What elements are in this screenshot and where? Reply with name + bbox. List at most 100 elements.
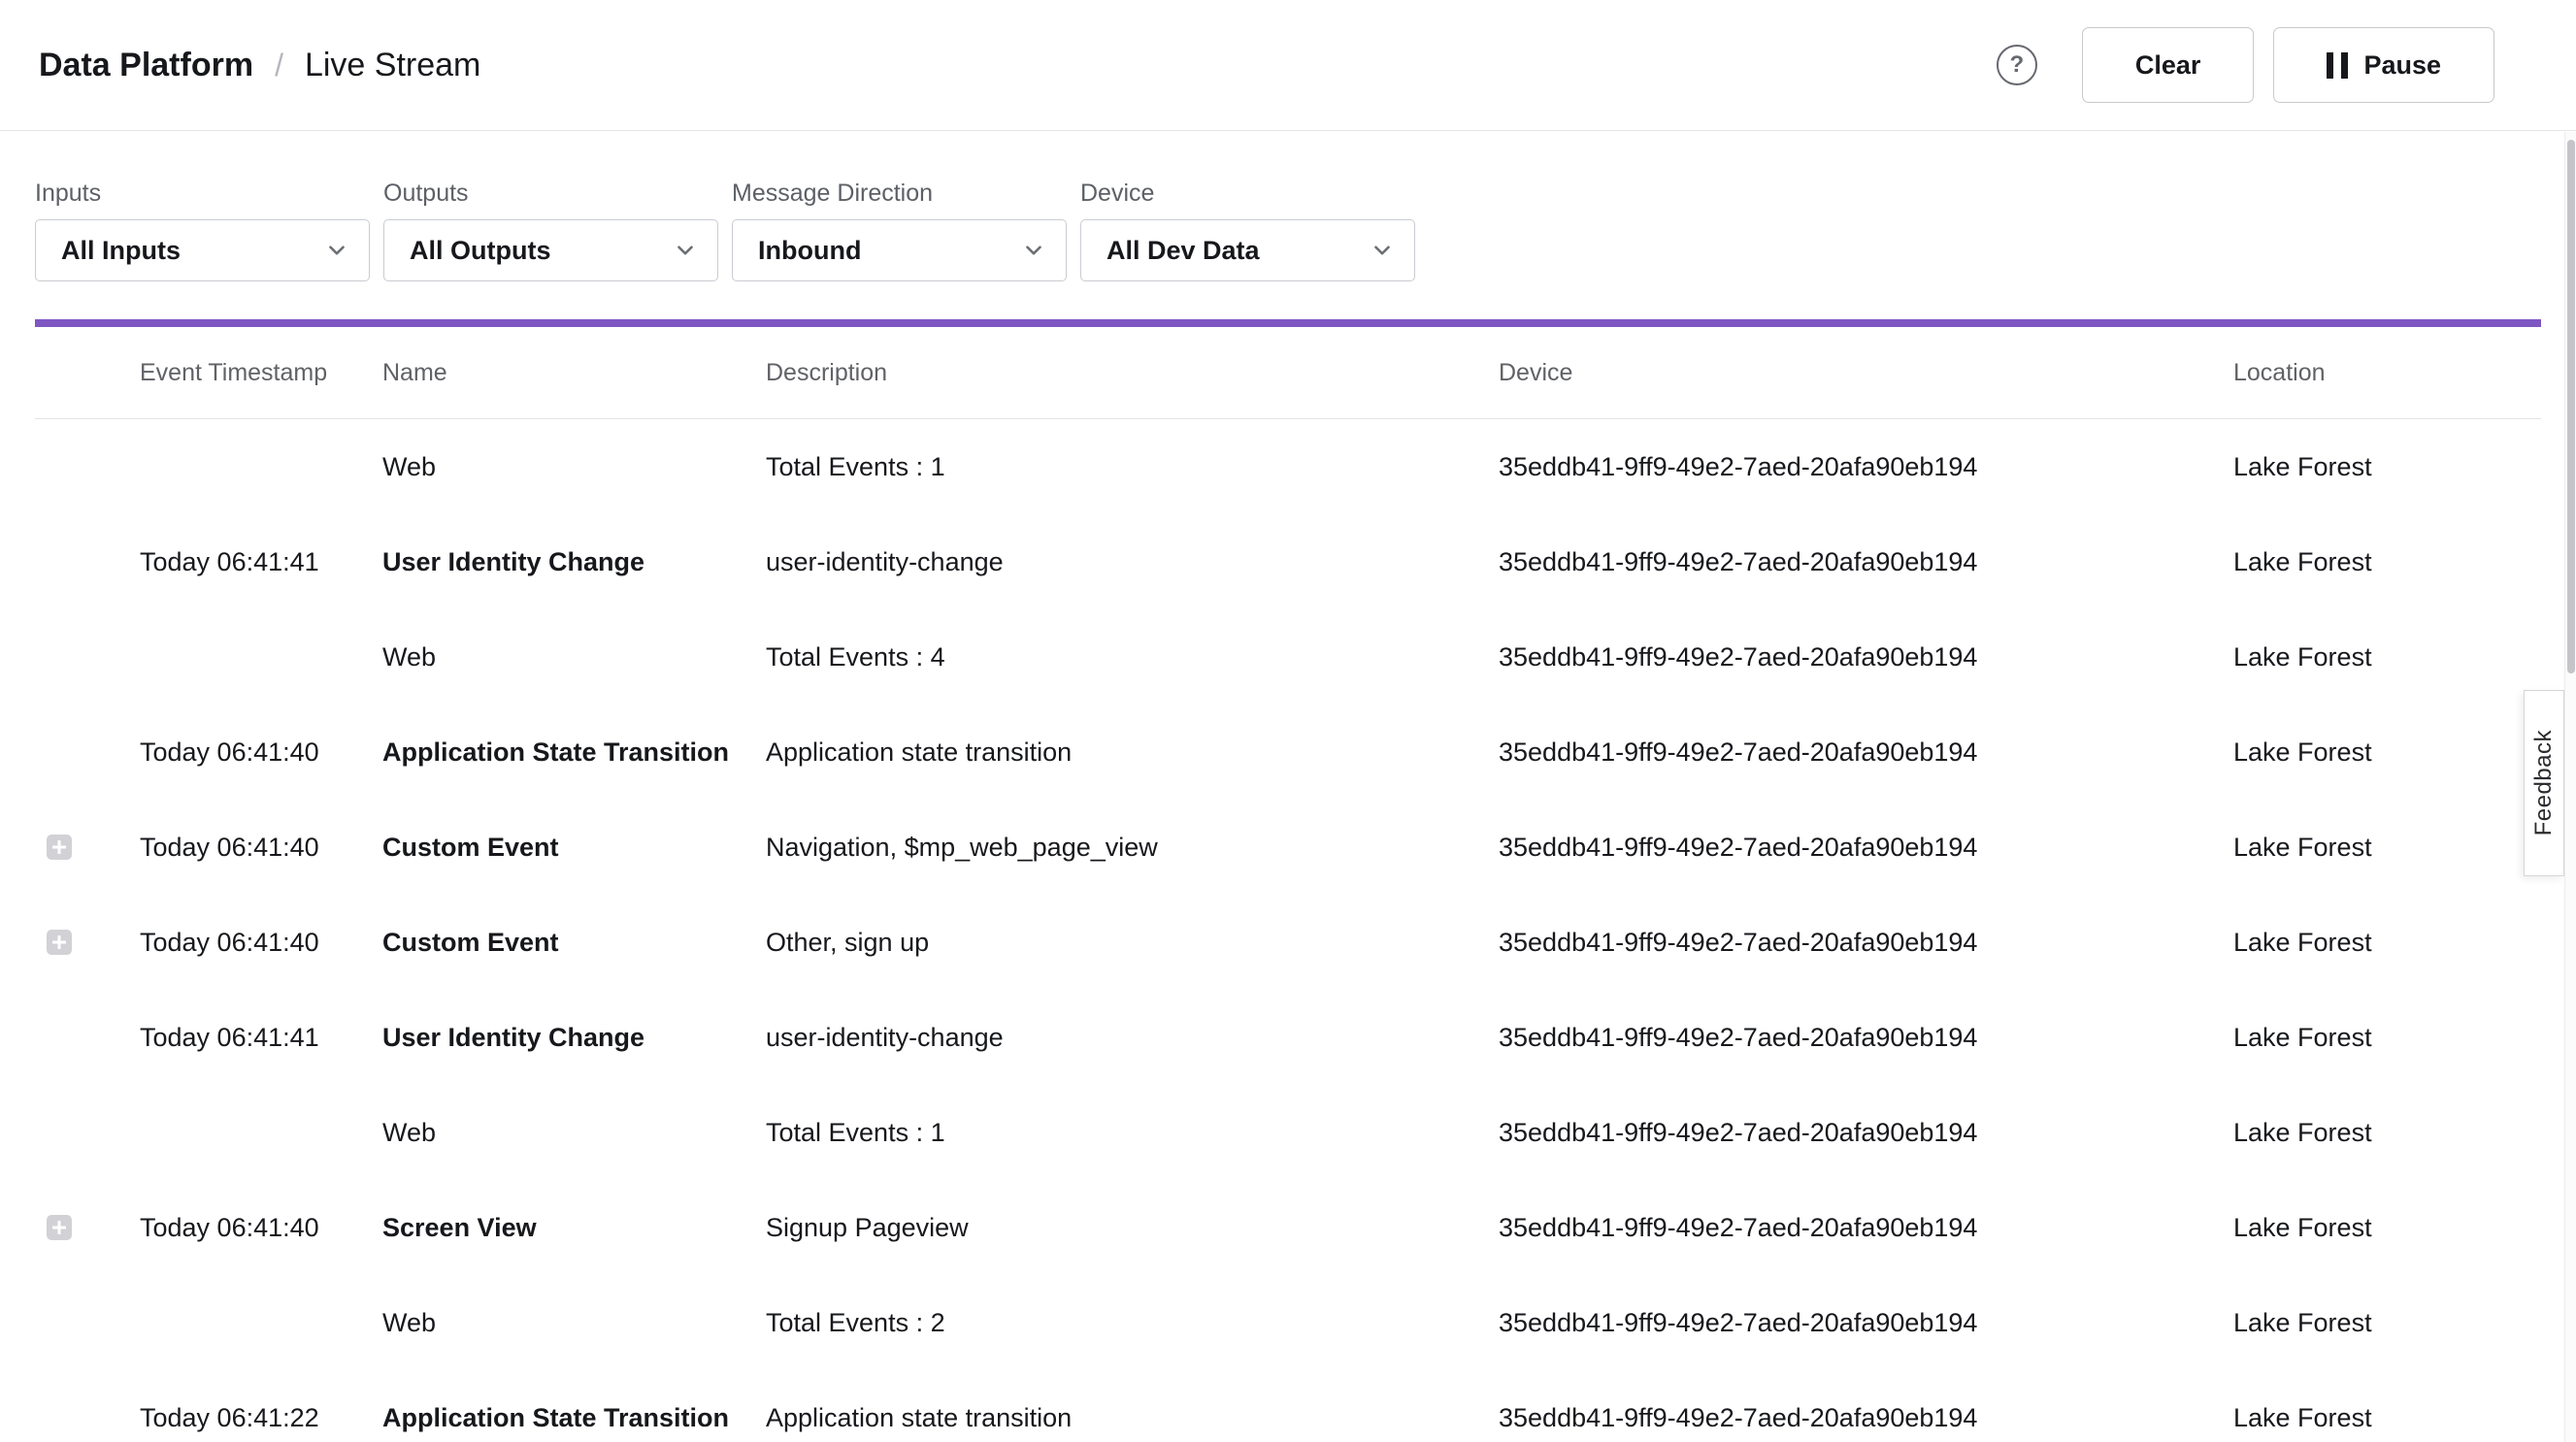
device-dropdown-value: All Dev Data [1106,236,1260,266]
table-row[interactable]: Today 06:41:22 Application State Transit… [35,1370,2541,1442]
clear-button[interactable]: Clear [2082,27,2255,103]
event-device-id: 35eddb41-9ff9-49e2-7aed-20afa90eb194 [1499,1308,2233,1338]
scrollbar-thumb[interactable] [2567,140,2575,673]
inputs-dropdown[interactable]: All Inputs [35,219,370,281]
column-header-timestamp: Event Timestamp [140,359,382,387]
event-name: Web [382,1308,766,1338]
expand-cell [35,930,140,955]
expand-row-icon[interactable] [47,1215,72,1240]
column-header-location: Location [2233,359,2541,387]
event-device-id: 35eddb41-9ff9-49e2-7aed-20afa90eb194 [1499,1403,2233,1433]
expand-row-icon[interactable] [47,835,72,860]
table-row[interactable]: Web Total Events : 2 35eddb41-9ff9-49e2-… [35,1275,2541,1370]
event-timestamp: Today 06:41:40 [140,737,382,768]
event-device-id: 35eddb41-9ff9-49e2-7aed-20afa90eb194 [1499,1118,2233,1148]
message-direction-dropdown[interactable]: Inbound [732,219,1067,281]
event-device-id: 35eddb41-9ff9-49e2-7aed-20afa90eb194 [1499,928,2233,958]
event-location: Lake Forest [2233,928,2541,958]
event-location: Lake Forest [2233,1308,2541,1338]
event-timestamp: Today 06:41:40 [140,833,382,863]
column-header-device: Device [1499,359,2233,387]
table-row[interactable]: Today 06:41:40 Custom Event Other, sign … [35,895,2541,990]
event-location: Lake Forest [2233,1213,2541,1243]
event-location: Lake Forest [2233,833,2541,863]
event-timestamp: Today 06:41:22 [140,1403,382,1433]
expand-cell [35,454,140,479]
breadcrumb-separator: / [275,48,283,83]
event-location: Lake Forest [2233,1118,2541,1148]
expand-cell [35,1405,140,1430]
outputs-dropdown[interactable]: All Outputs [383,219,718,281]
table-row[interactable]: Web Total Events : 1 35eddb41-9ff9-49e2-… [35,1085,2541,1180]
filter-inputs: Inputs All Inputs [35,180,370,281]
event-name: Web [382,1118,766,1148]
pause-button[interactable]: Pause [2273,27,2494,103]
filter-outputs-label: Outputs [383,180,718,208]
event-name: Web [382,452,766,482]
event-device-id: 35eddb41-9ff9-49e2-7aed-20afa90eb194 [1499,1023,2233,1053]
accent-divider [35,319,2541,327]
feedback-tab-label: Feedback [2530,730,2558,836]
message-direction-dropdown-value: Inbound [758,236,861,266]
event-device-id: 35eddb41-9ff9-49e2-7aed-20afa90eb194 [1499,833,2233,863]
event-name: Custom Event [382,928,766,958]
breadcrumb: Data Platform / Live Stream [39,47,480,84]
event-location: Lake Forest [2233,737,2541,768]
event-name: Application State Transition [382,737,766,768]
table-row[interactable]: Web Total Events : 1 35eddb41-9ff9-49e2-… [35,419,2541,514]
filter-message-direction: Message Direction Inbound [732,180,1067,281]
event-device-id: 35eddb41-9ff9-49e2-7aed-20afa90eb194 [1499,452,2233,482]
event-name: User Identity Change [382,547,766,577]
expand-cell [35,739,140,765]
event-description: user-identity-change [766,1023,1499,1053]
event-description: Total Events : 4 [766,642,1499,672]
table-row[interactable]: Today 06:41:40 Screen View Signup Pagevi… [35,1180,2541,1275]
scrollbar-track[interactable] [2564,132,2576,1442]
table-row[interactable]: Today 06:41:41 User Identity Change user… [35,990,2541,1085]
filter-inputs-label: Inputs [35,180,370,208]
breadcrumb-data-platform[interactable]: Data Platform [39,47,253,84]
event-timestamp: Today 06:41:40 [140,928,382,958]
expand-cell [35,1310,140,1335]
event-device-id: 35eddb41-9ff9-49e2-7aed-20afa90eb194 [1499,1213,2233,1243]
page-title: Live Stream [305,47,480,84]
event-name: Web [382,642,766,672]
outputs-dropdown-value: All Outputs [410,236,550,266]
column-header-name: Name [382,359,766,387]
help-icon[interactable]: ? [1997,45,2037,85]
event-location: Lake Forest [2233,1403,2541,1433]
filter-device: Device All Dev Data [1080,180,1415,281]
event-name: Application State Transition [382,1403,766,1433]
event-device-id: 35eddb41-9ff9-49e2-7aed-20afa90eb194 [1499,737,2233,768]
event-table: Event Timestamp Name Description Device … [35,327,2541,1442]
chevron-down-icon [1370,238,1395,263]
chevron-down-icon [1021,238,1046,263]
header-actions: ? Clear Pause [1997,27,2494,103]
table-row[interactable]: Web Total Events : 4 35eddb41-9ff9-49e2-… [35,609,2541,705]
table-row[interactable]: Today 06:41:41 User Identity Change user… [35,514,2541,609]
event-description: Total Events : 1 [766,452,1499,482]
event-description: Signup Pageview [766,1213,1499,1243]
expand-cell [35,549,140,574]
expand-cell [35,1120,140,1145]
event-timestamp: Today 06:41:40 [140,1213,382,1243]
table-row[interactable]: Today 06:41:40 Custom Event Navigation, … [35,800,2541,895]
expand-cell [35,1215,140,1240]
device-dropdown[interactable]: All Dev Data [1080,219,1415,281]
event-description: Other, sign up [766,928,1499,958]
inputs-dropdown-value: All Inputs [61,236,181,266]
event-name: Custom Event [382,833,766,863]
expand-row-icon[interactable] [47,930,72,955]
event-description: Application state transition [766,737,1499,768]
event-location: Lake Forest [2233,1023,2541,1053]
column-header-description: Description [766,359,1499,387]
event-location: Lake Forest [2233,642,2541,672]
table-row[interactable]: Today 06:41:40 Application State Transit… [35,705,2541,800]
event-description: Application state transition [766,1403,1499,1433]
pause-icon [2327,52,2348,79]
event-location: Lake Forest [2233,452,2541,482]
event-name: User Identity Change [382,1023,766,1053]
feedback-tab[interactable]: Feedback [2524,690,2564,876]
filter-device-label: Device [1080,180,1415,208]
table-body: Web Total Events : 1 35eddb41-9ff9-49e2-… [35,419,2541,1442]
